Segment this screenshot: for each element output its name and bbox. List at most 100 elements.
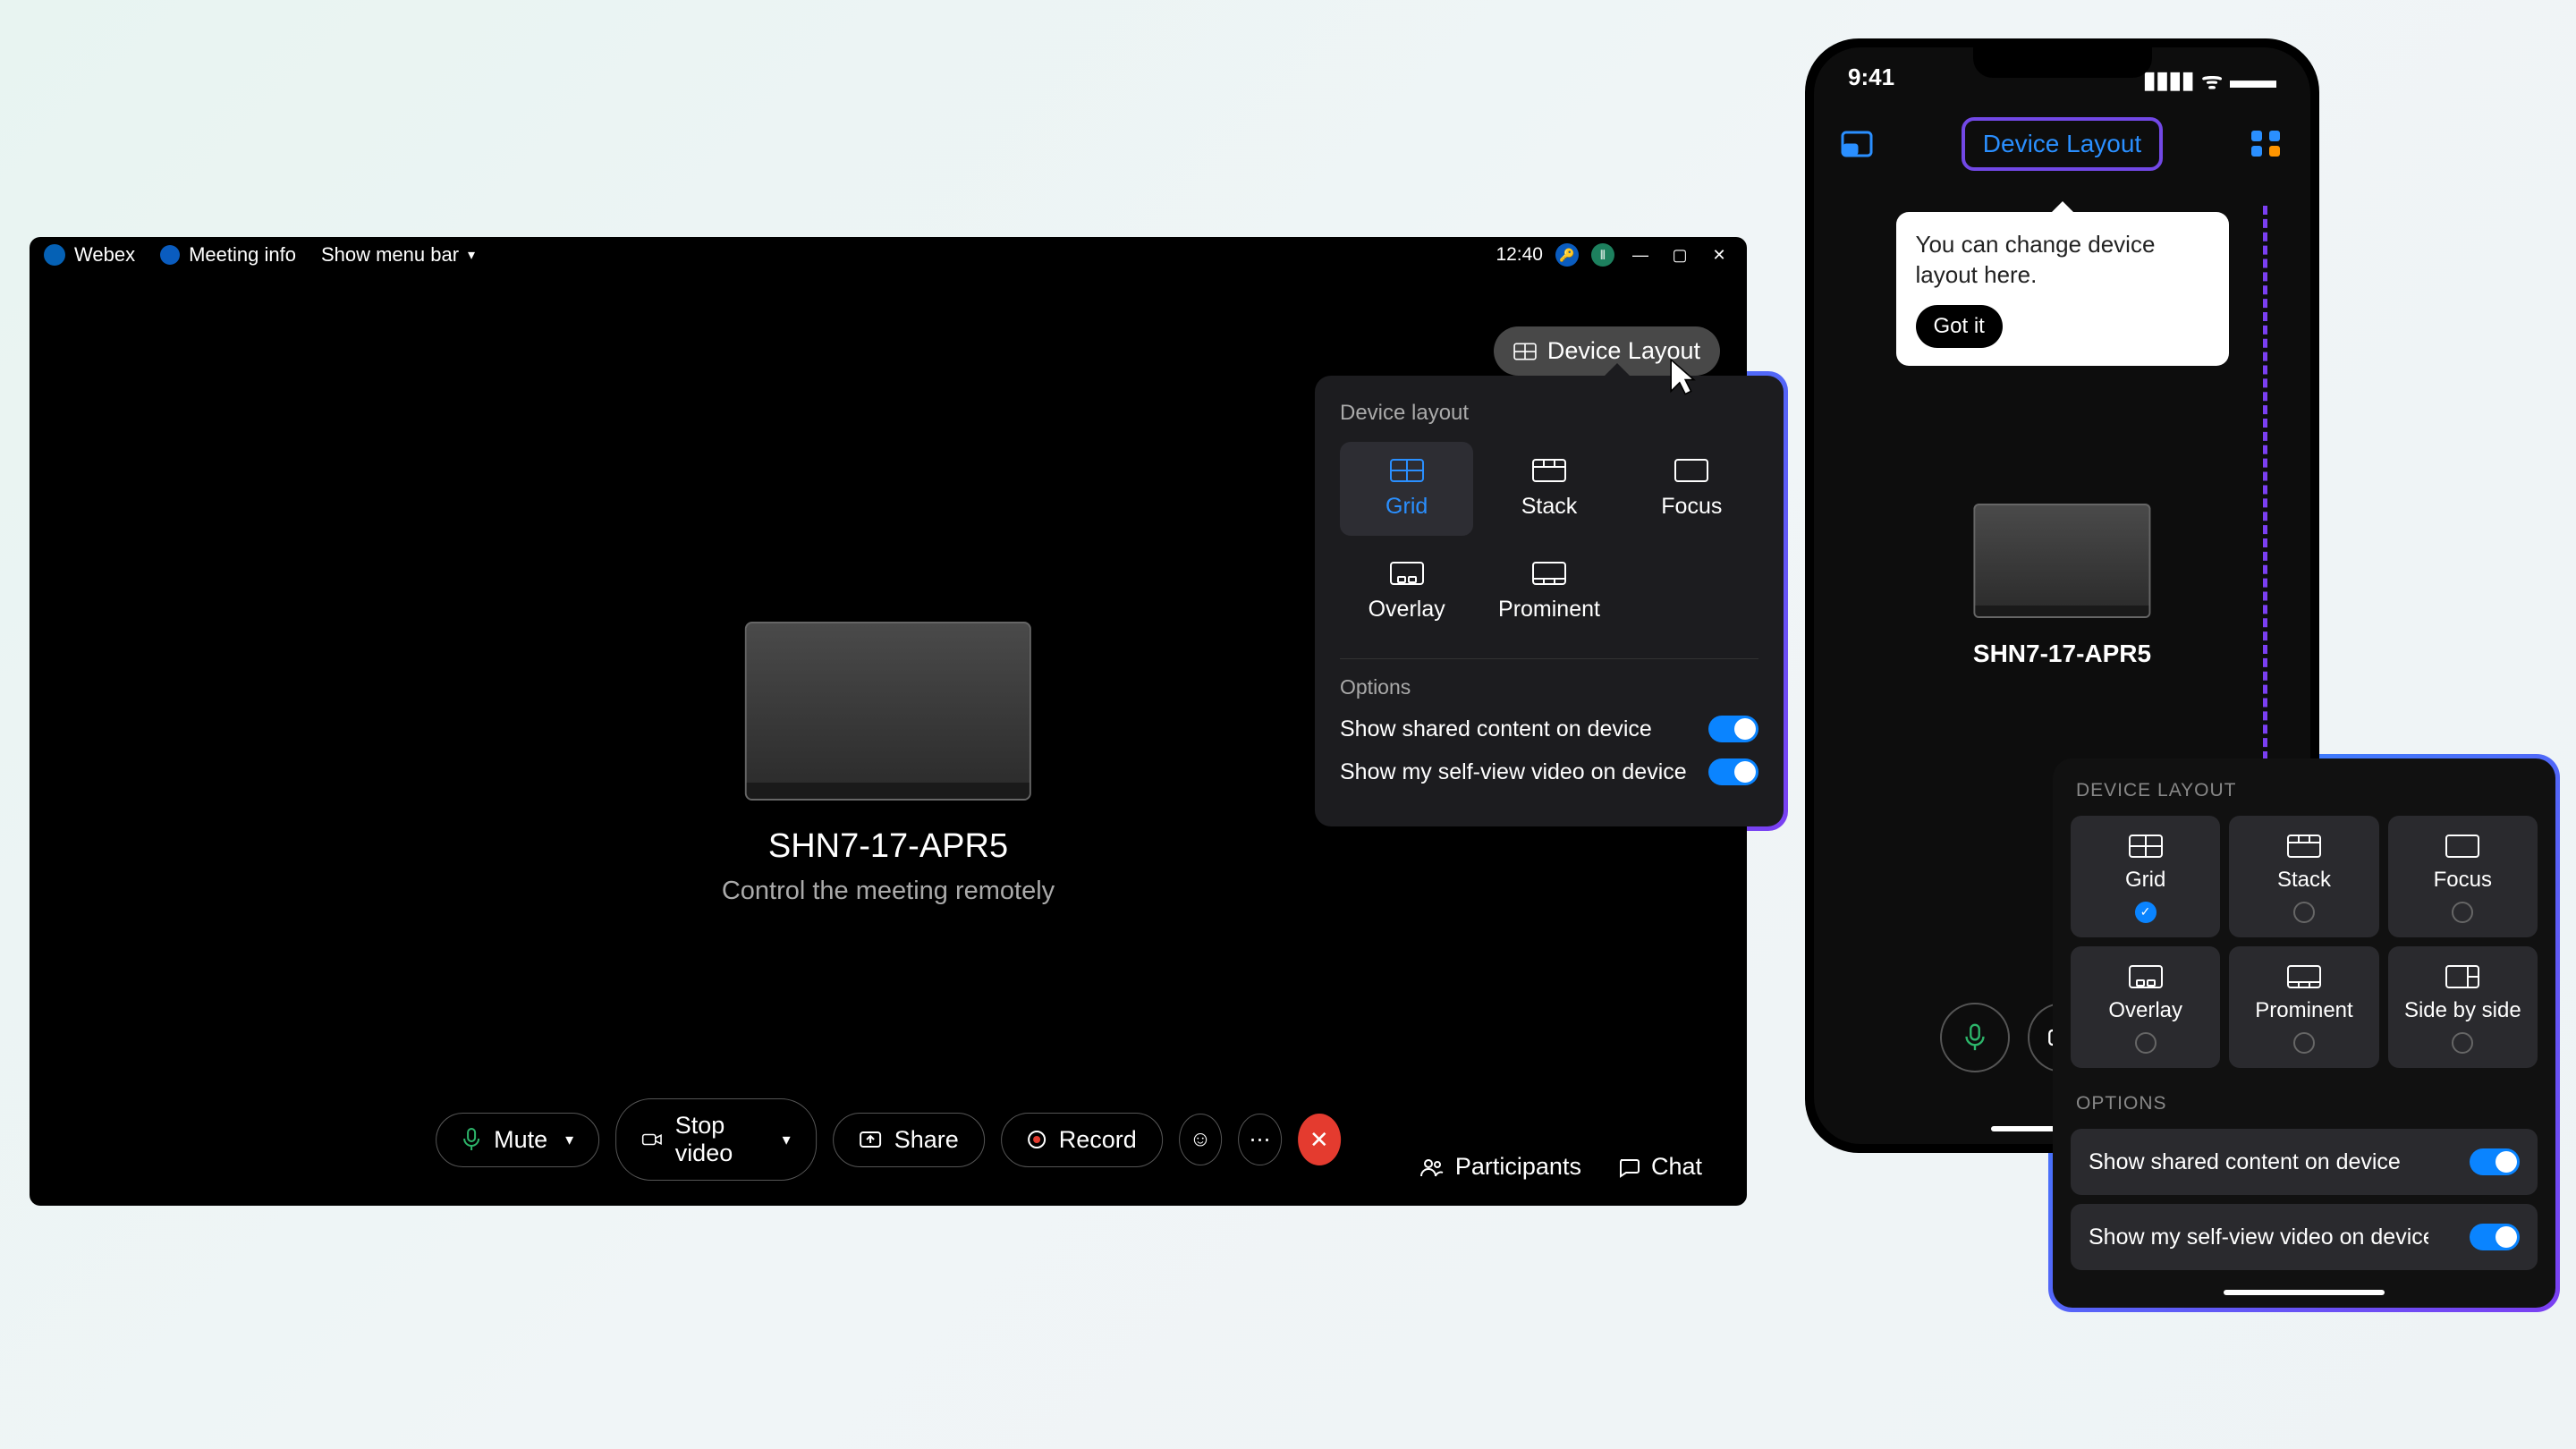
show-menu-bar-button[interactable]: Show menu bar▾: [321, 243, 475, 267]
share-button[interactable]: Share: [833, 1113, 985, 1167]
mobile-layout-sidebyside-label: Side by side: [2404, 998, 2521, 1023]
mobile-toggle-shared-switch[interactable]: [2470, 1148, 2520, 1175]
more-options-button[interactable]: ⋯: [1238, 1114, 1281, 1165]
radio-icon: [2135, 1032, 2157, 1054]
microphone-icon: [462, 1127, 481, 1152]
toggle-shared-content-label: Show shared content on device: [1340, 716, 1652, 742]
phone-device-layout-button[interactable]: Device Layout: [1962, 117, 2163, 171]
toggle-selfview-label: Show my self-view video on device: [1340, 759, 1687, 785]
mobile-layout-grid-label: Grid: [2125, 868, 2165, 893]
chat-icon: [1617, 1157, 1640, 1178]
phone-mute-button[interactable]: [1940, 1003, 2010, 1072]
layout-option-grid[interactable]: Grid: [1340, 442, 1473, 536]
radio-icon: [2452, 902, 2473, 923]
lock-button[interactable]: 🔑: [1555, 243, 1579, 267]
info-icon: [160, 245, 180, 265]
mobile-toggle-selfview-label: Show my self-view video on device: [2089, 1224, 2428, 1250]
maximize-button[interactable]: ▢: [1666, 242, 1693, 268]
popover-title: Device layout: [1340, 401, 1758, 426]
mobile-toggle-selfview: Show my self-view video on device: [2071, 1204, 2538, 1270]
radio-icon: [2452, 1032, 2473, 1054]
radio-checked-icon: [2135, 902, 2157, 923]
prominent-layout-icon: [2286, 964, 2322, 989]
mobile-layout-overlay-label: Overlay: [2108, 998, 2182, 1023]
mobile-options-title: OPTIONS: [2071, 1093, 2538, 1114]
mobile-layout-focus[interactable]: Focus: [2388, 816, 2538, 937]
minimize-button[interactable]: —: [1627, 242, 1654, 268]
minimize-icon: —: [1632, 246, 1648, 265]
close-button[interactable]: ✕: [1706, 242, 1733, 268]
cursor-icon: [1668, 357, 1697, 393]
reactions-button[interactable]: ☺: [1179, 1114, 1222, 1165]
record-label: Record: [1059, 1126, 1137, 1154]
network-quality-button[interactable]: ⫴: [1591, 243, 1614, 267]
toggle-shared-content-switch[interactable]: [1708, 716, 1758, 742]
mute-button[interactable]: Mute▾: [436, 1113, 599, 1167]
record-icon: [1027, 1130, 1046, 1149]
record-button[interactable]: Record: [1001, 1113, 1163, 1167]
microphone-icon: [1963, 1022, 1987, 1053]
mobile-layout-stack[interactable]: Stack: [2229, 816, 2378, 937]
radio-icon: [2293, 902, 2315, 923]
lock-icon: 🔑: [1559, 248, 1574, 263]
device-name: SHN7-17-APR5: [722, 827, 1055, 866]
close-icon: ✕: [1309, 1126, 1329, 1154]
grid-layout-icon: [2128, 834, 2164, 859]
video-icon: [641, 1130, 663, 1149]
layout-prominent-label: Prominent: [1498, 597, 1600, 623]
ellipsis-icon: ⋯: [1250, 1127, 1271, 1153]
participants-label: Participants: [1455, 1153, 1581, 1181]
apps-icon[interactable]: [2251, 131, 2284, 157]
toggle-shared-content: Show shared content on device: [1340, 716, 1758, 742]
layout-option-focus[interactable]: Focus: [1625, 442, 1758, 536]
layout-option-prominent[interactable]: Prominent: [1482, 545, 1615, 639]
focus-layout-icon: [2445, 834, 2480, 859]
mobile-panel-title: DEVICE LAYOUT: [2071, 780, 2538, 801]
mobile-toggle-shared-label: Show shared content on device: [2089, 1149, 2401, 1175]
mobile-layout-prominent[interactable]: Prominent: [2229, 946, 2378, 1068]
phone-layout-label: Device Layout: [1983, 130, 2141, 157]
toggle-selfview-switch[interactable]: [1708, 758, 1758, 785]
mobile-layout-overlay[interactable]: Overlay: [2071, 946, 2220, 1068]
app-brand[interactable]: Webex: [44, 243, 135, 267]
mobile-toggle-selfview-switch[interactable]: [2470, 1224, 2520, 1250]
overlay-layout-icon: [2128, 964, 2164, 989]
stop-video-label: Stop video: [675, 1112, 765, 1167]
chat-button[interactable]: Chat: [1617, 1153, 1702, 1181]
participants-button[interactable]: Participants: [1419, 1153, 1581, 1181]
mobile-device-layout-panel: DEVICE LAYOUT Grid Stack Focus Overlay P…: [2053, 758, 2555, 1308]
layout-focus-label: Focus: [1661, 494, 1722, 520]
app-name: Webex: [74, 243, 135, 267]
toggle-selfview: Show my self-view video on device: [1340, 758, 1758, 785]
end-call-button[interactable]: ✕: [1298, 1114, 1341, 1165]
device-subtitle: Control the meeting remotely: [722, 877, 1055, 906]
layout-tooltip: You can change device layout here. Got i…: [1896, 212, 2229, 366]
mobile-layout-sidebyside[interactable]: Side by side: [2388, 946, 2538, 1068]
stop-video-button[interactable]: Stop video ▾: [615, 1098, 817, 1181]
sidebyside-layout-icon: [2445, 964, 2480, 989]
meeting-info-button[interactable]: Meeting info: [160, 243, 296, 267]
tooltip-gotit-button[interactable]: Got it: [1916, 305, 2003, 348]
mobile-layout-grid[interactable]: Grid: [2071, 816, 2220, 937]
phone-time: 9:41: [1848, 64, 1894, 96]
share-icon: [859, 1129, 882, 1150]
device-layout-popover: Device layout Grid Stack Focus Overlay P…: [1315, 376, 1784, 826]
meeting-info-label: Meeting info: [189, 243, 296, 267]
chevron-down-icon: ▾: [468, 246, 475, 264]
stack-layout-icon: [1531, 458, 1567, 483]
overlay-layout-icon: [1389, 561, 1425, 586]
grid-layout-icon: [1389, 458, 1425, 483]
layout-option-stack[interactable]: Stack: [1482, 442, 1615, 536]
device-preview: SHN7-17-APR5 Control the meeting remotel…: [722, 622, 1055, 906]
device-thumbnail-icon: [745, 622, 1031, 801]
tooltip-text: You can change device layout here.: [1916, 230, 2209, 291]
chevron-down-icon: ▾: [783, 1131, 791, 1149]
divider: [1340, 658, 1758, 659]
layout-option-overlay[interactable]: Overlay: [1340, 545, 1473, 639]
layout-overlay-label: Overlay: [1368, 597, 1445, 623]
battery-icon: ▬▬: [2230, 66, 2276, 94]
pip-icon[interactable]: [1841, 131, 1873, 157]
webex-logo-icon: [44, 244, 65, 266]
mobile-home-indicator[interactable]: [2224, 1290, 2385, 1295]
titlebar: Webex Meeting info Show menu bar▾ 12:40 …: [30, 237, 1747, 273]
